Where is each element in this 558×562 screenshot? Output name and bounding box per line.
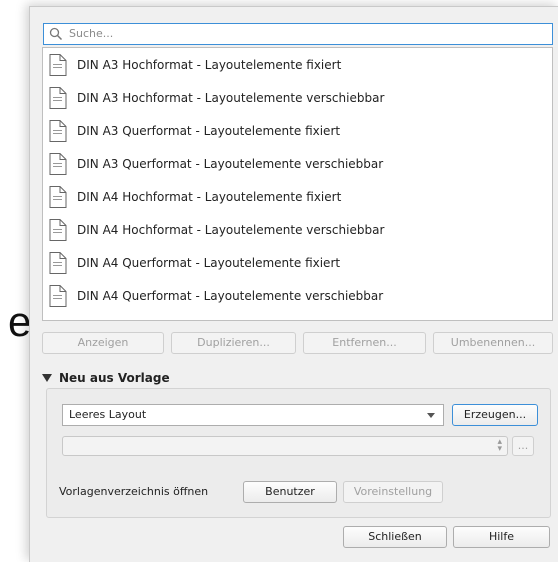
create-button[interactable]: Erzeugen...	[452, 404, 538, 426]
user-button[interactable]: Benutzer	[243, 481, 337, 503]
layout-list[interactable]: DIN A3 Hochformat - Layoutelemente fixie…	[42, 47, 553, 321]
document-icon	[47, 284, 69, 308]
background-text: e	[8, 298, 32, 345]
list-item[interactable]: DIN A3 Querformat - Layoutelemente versc…	[43, 147, 552, 180]
list-item-label: DIN A4 Querformat - Layoutelemente versc…	[77, 288, 384, 303]
search-input[interactable]: Suche...	[43, 23, 553, 45]
list-item[interactable]: DIN A3 Querformat - Layoutelemente fixie…	[43, 114, 552, 147]
template-path-field[interactable]: ▴ ▾	[62, 436, 508, 456]
rename-button[interactable]: Umbenennen...	[433, 332, 553, 354]
open-template-dir-label: Vorlagenverzeichnis öffnen	[59, 485, 209, 498]
document-icon	[47, 251, 69, 275]
list-item-label: DIN A3 Querformat - Layoutelemente versc…	[77, 156, 384, 171]
help-button[interactable]: Hilfe	[453, 526, 550, 548]
chevron-down-icon	[427, 413, 435, 418]
duplicate-button[interactable]: Duplizieren...	[171, 332, 296, 354]
list-item-label: DIN A3 Hochformat - Layoutelemente versc…	[77, 90, 385, 105]
default-button[interactable]: Voreinstellung	[343, 481, 443, 503]
search-placeholder: Suche...	[69, 27, 114, 40]
template-select[interactable]: Leeres Layout	[62, 404, 444, 426]
list-item-label: DIN A4 Hochformat - Layoutelemente fixie…	[77, 189, 342, 204]
new-from-template-group: Leeres Layout Erzeugen... ▴ ▾ ... Vorlage…	[46, 388, 551, 518]
list-item-label: DIN A3 Querformat - Layoutelemente fixie…	[77, 123, 341, 138]
close-button[interactable]: Schließen	[343, 526, 447, 548]
list-item[interactable]: DIN A3 Hochformat - Layoutelemente fixie…	[43, 48, 552, 81]
document-icon	[47, 152, 69, 176]
list-item-label: DIN A3 Hochformat - Layoutelemente fixie…	[77, 57, 342, 72]
spinner-icon: ▴ ▾	[497, 437, 502, 454]
remove-button[interactable]: Entfernen...	[303, 332, 426, 354]
show-button[interactable]: Anzeigen	[42, 332, 164, 354]
list-item-label: DIN A4 Hochformat - Layoutelemente versc…	[77, 222, 385, 237]
list-item[interactable]: DIN A4 Querformat - Layoutelemente versc…	[43, 279, 552, 312]
template-select-value: Leeres Layout	[69, 408, 147, 421]
search-icon	[49, 27, 63, 44]
layout-manager-dialog: Suche... DIN A3 Hochformat - Layouteleme…	[29, 6, 558, 562]
list-item[interactable]: DIN A4 Querformat - Layoutelemente fixie…	[43, 246, 552, 279]
new-from-template-header[interactable]: Neu aus Vorlage	[42, 371, 170, 385]
list-item[interactable]: DIN A4 Hochformat - Layoutelemente fixie…	[43, 180, 552, 213]
document-icon	[47, 185, 69, 209]
document-icon	[47, 218, 69, 242]
list-item-label: DIN A4 Querformat - Layoutelemente fixie…	[77, 255, 341, 270]
browse-button[interactable]: ...	[512, 436, 534, 456]
triangle-down-icon	[42, 371, 52, 385]
list-item[interactable]: DIN A4 Hochformat - Layoutelemente versc…	[43, 213, 552, 246]
list-item[interactable]: DIN A3 Hochformat - Layoutelemente versc…	[43, 81, 552, 114]
section-title: Neu aus Vorlage	[59, 371, 170, 385]
document-icon	[47, 86, 69, 110]
document-icon	[47, 53, 69, 77]
document-icon	[47, 119, 69, 143]
